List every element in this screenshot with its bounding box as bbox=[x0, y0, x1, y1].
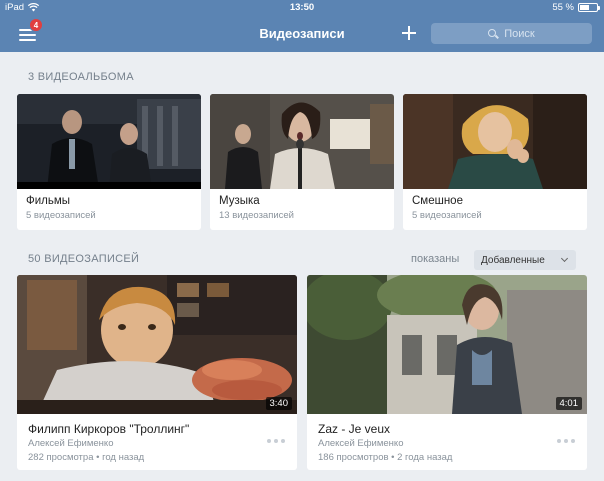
album-title: Музыка bbox=[219, 195, 260, 207]
status-bar: iPad 13:50 55 % bbox=[0, 0, 604, 16]
more-options-button[interactable] bbox=[267, 436, 287, 446]
album-thumbnail bbox=[403, 94, 587, 189]
search-input[interactable]: Поиск bbox=[431, 23, 592, 44]
navigation-bar: 4 Видеозаписи Поиск bbox=[0, 16, 604, 52]
ellipsis-icon bbox=[267, 439, 285, 443]
albums-section-header: 3 ВИДЕОАЛЬБОМА bbox=[28, 71, 134, 83]
video-stats: 186 просмотров • 2 года назад bbox=[318, 452, 453, 463]
album-card-music[interactable]: Музыка 13 видеозаписей bbox=[210, 94, 394, 230]
videos-section-header: 50 ВИДЕОЗАПИСЕЙ bbox=[28, 253, 140, 265]
search-icon bbox=[488, 28, 498, 39]
video-card[interactable]: 3:40 Филипп Киркоров "Троллинг" Алексей … bbox=[17, 275, 297, 470]
album-thumbnail bbox=[210, 94, 394, 189]
video-author[interactable]: Алексей Ефименко bbox=[318, 438, 403, 449]
add-video-button[interactable] bbox=[398, 22, 420, 44]
album-count: 13 видеозаписей bbox=[219, 210, 294, 221]
album-count: 5 видеозаписей bbox=[26, 210, 96, 221]
video-title: Zaz - Je veux bbox=[318, 422, 391, 436]
album-thumbnail bbox=[17, 94, 201, 189]
video-duration: 4:01 bbox=[555, 397, 582, 410]
video-card[interactable]: 4:01 Zaz - Je veux Алексей Ефименко 186 … bbox=[307, 275, 587, 470]
video-duration: 3:40 bbox=[265, 397, 292, 410]
battery-fill bbox=[580, 5, 589, 10]
album-title: Фильмы bbox=[26, 195, 71, 207]
video-thumbnail: 4:01 bbox=[307, 275, 587, 414]
video-title: Филипп Киркоров "Троллинг" bbox=[28, 422, 190, 436]
battery-percent: 55 % bbox=[552, 2, 574, 13]
sort-label: показаны bbox=[411, 253, 460, 265]
more-options-button[interactable] bbox=[557, 436, 577, 446]
album-card-films[interactable]: Фильмы 5 видеозаписей bbox=[17, 94, 201, 230]
ellipsis-icon bbox=[557, 439, 575, 443]
video-author[interactable]: Алексей Ефименко bbox=[28, 438, 113, 449]
sort-dropdown[interactable]: Добавленные bbox=[474, 250, 576, 270]
video-thumbnail: 3:40 bbox=[17, 275, 297, 414]
album-title: Смешное bbox=[412, 195, 463, 207]
sort-value: Добавленные bbox=[481, 254, 545, 266]
chevron-down-icon bbox=[560, 254, 569, 263]
album-card-funny[interactable]: Смешное 5 видеозаписей bbox=[403, 94, 587, 230]
battery-indicator: 55 % bbox=[552, 2, 600, 13]
album-count: 5 видеозаписей bbox=[412, 210, 482, 221]
clock: 13:50 bbox=[289, 2, 315, 13]
battery-icon bbox=[578, 3, 600, 12]
search-placeholder: Поиск bbox=[504, 27, 535, 40]
video-stats: 282 просмотра • год назад bbox=[28, 452, 145, 463]
